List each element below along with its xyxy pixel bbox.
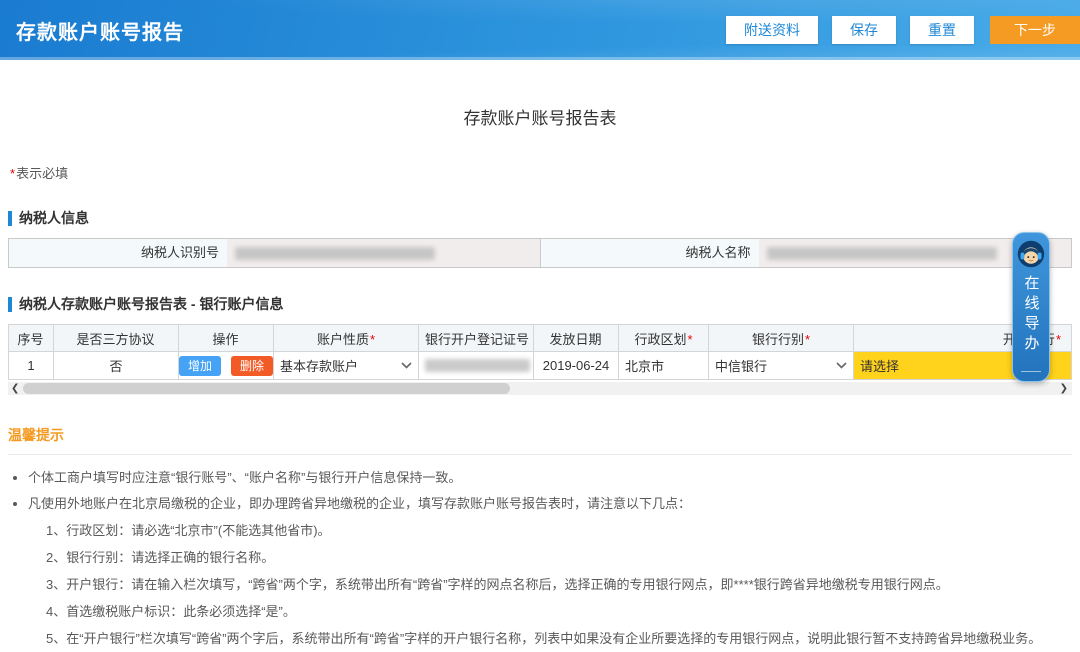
cell-bank-type[interactable]: 中信银行 — [708, 351, 854, 380]
taxpayer-info-row: 纳税人识别号 纳税人名称 — [8, 238, 1072, 268]
tip-item: 凡使用外地账户在北京局缴税的企业，即办理跨省异地缴税的企业，填写存款账户账号报告… — [28, 491, 1072, 517]
tip-sub-item: 4、首选缴税账户标识：此条必须选择“是”。 — [46, 604, 296, 619]
col-header-seq: 序号 — [8, 324, 54, 352]
taxpayer-name-label: 纳税人名称 — [540, 239, 759, 267]
required-mark: * — [687, 331, 693, 347]
scroll-left-icon[interactable]: ❮ — [11, 382, 19, 395]
add-row-button[interactable]: 增加 — [179, 355, 221, 376]
next-step-button[interactable]: 下一步 — [990, 16, 1080, 44]
horizontal-scrollbar[interactable]: ❮ ❯ — [8, 382, 1072, 395]
tips-divider — [8, 454, 1072, 455]
bank-account-section: 纳税人存款账户账号报告表 - 银行账户信息 序号 是否三方协议 操作 账户性质*… — [0, 294, 1080, 395]
taxpayer-section-title: 纳税人信息 — [8, 208, 1080, 228]
redacted-reg-cert — [425, 359, 530, 372]
cell-issue-date: 2019-06-24 — [533, 351, 619, 380]
account-nature-select-value[interactable]: 基本存款账户 — [280, 356, 358, 375]
page-header: 存款账户账号报告 附送资料 保存 重置 下一步 — [0, 0, 1080, 60]
required-field-note: *表示必填 — [10, 163, 1080, 182]
page-title: 存款账户账号报告 — [16, 21, 184, 44]
cell-seq: 1 — [8, 351, 54, 380]
cell-third-party: 否 — [53, 351, 179, 380]
redacted-taxpayer-name — [766, 246, 997, 260]
col-header-account-nature: 账户性质* — [273, 324, 419, 352]
taxpayer-id-label: 纳税人识别号 — [9, 239, 227, 267]
bank-type-select-value[interactable]: 中信银行 — [715, 356, 767, 375]
col-header-label: 银行行别 — [751, 331, 804, 347]
bank-account-table: 序号 是否三方协议 操作 账户性质* 银行开户登记证号 发放日期 行政区划* 银… — [8, 324, 1072, 380]
col-header-issue-date: 发放日期 — [533, 324, 619, 352]
section-accent-bar — [8, 296, 12, 312]
col-header-region: 行政区划* — [618, 324, 709, 352]
col-header-label: 行政区划 — [634, 331, 687, 347]
save-button[interactable]: 保存 — [832, 16, 896, 44]
col-header-label: 是否三方协议 — [76, 331, 155, 347]
required-mark: * — [804, 331, 811, 347]
col-header-label: 序号 — [17, 331, 44, 347]
chevron-down-icon — [836, 362, 847, 369]
scrollbar-thumb[interactable] — [23, 383, 510, 394]
tip-sub-item: 3、开户银行：请在输入栏次填写，“跨省”两个字，系统带出所有“跨省”字样的网点名… — [46, 577, 949, 592]
col-header-operation: 操作 — [178, 324, 274, 352]
col-header-label: 银行开户登记证号 — [425, 331, 530, 347]
attach-materials-button[interactable]: 附送资料 — [726, 16, 818, 44]
online-guide-divider — [1021, 371, 1041, 372]
cell-region[interactable]: 北京市 — [618, 351, 709, 380]
taxpayer-section-title-text: 纳税人信息 — [19, 210, 89, 226]
header-actions: 附送资料 保存 重置 下一步 — [726, 16, 1080, 44]
chevron-down-icon — [401, 362, 412, 369]
bank-section-title-text: 纳税人存款账户账号报告表 - 银行账户信息 — [19, 296, 284, 312]
bank-section-title: 纳税人存款账户账号报告表 - 银行账户信息 — [8, 294, 1080, 314]
online-guide-widget[interactable]: 在线导办 — [1012, 232, 1050, 382]
cell-account-nature[interactable]: 基本存款账户 — [273, 351, 419, 380]
taxpayer-name-cell: 纳税人名称 — [539, 239, 1071, 267]
main-content: 存款账户账号报告表 *表示必填 纳税人信息 纳税人识别号 纳税人名称 纳税人存款… — [0, 104, 1080, 652]
tip-sub-item: 2、银行行别：请选择正确的银行名称。 — [46, 550, 275, 565]
redacted-taxpayer-id — [235, 246, 435, 260]
col-header-label: 账户性质 — [316, 331, 369, 347]
taxpayer-id-cell: 纳税人识别号 — [9, 239, 540, 267]
required-asterisk: * — [10, 166, 16, 181]
col-header-label: 发放日期 — [549, 331, 602, 347]
cell-reg-cert — [418, 351, 534, 380]
cell-operation: 增加 删除 — [178, 351, 274, 380]
taxpayer-info-section: 纳税人信息 纳税人识别号 纳税人名称 — [0, 208, 1080, 268]
online-guide-avatar-icon — [1017, 240, 1045, 268]
form-title: 存款账户账号报告表 — [463, 109, 617, 128]
tip-item: 个体工商户填写时应注意“银行账号”、“账户名称”与银行开户信息保持一致。 — [28, 465, 1072, 491]
col-header-third-party: 是否三方协议 — [53, 324, 179, 352]
required-note-text: 表示必填 — [16, 166, 69, 181]
tips-title: 温馨提示 — [8, 427, 64, 443]
section-accent-bar — [8, 210, 12, 226]
col-header-reg-cert: 银行开户登记证号 — [418, 324, 534, 352]
scroll-right-icon[interactable]: ❯ — [1060, 382, 1068, 395]
tips-list: 个体工商户填写时应注意“银行账号”、“账户名称”与银行开户信息保持一致。 凡使用… — [8, 465, 1072, 517]
online-guide-label: 在线导办 — [1022, 275, 1040, 355]
required-mark: * — [369, 331, 376, 347]
required-mark: * — [1055, 331, 1061, 347]
table-header-row: 序号 是否三方协议 操作 账户性质* 银行开户登记证号 发放日期 行政区划* 银… — [8, 324, 1072, 352]
reset-button[interactable]: 重置 — [910, 16, 974, 44]
col-header-label: 操作 — [212, 331, 239, 347]
tip-sub-item: 1、行政区划：请必选“北京市”(不能选其他省市)。 — [46, 523, 331, 538]
taxpayer-id-value — [227, 239, 540, 267]
table-row: 1 否 增加 删除 基本存款账户 2019-06-24 北京市 中信银行 请选择 — [8, 351, 1072, 380]
delete-row-button[interactable]: 删除 — [231, 355, 273, 376]
tip-sub-item: 5、在“开户银行”栏次填写“跨省”两个字后，系统带出所有“跨省”字样的开户银行名… — [46, 631, 1042, 646]
tips-section: 温馨提示 个体工商户填写时应注意“银行账号”、“账户名称”与银行开户信息保持一致… — [0, 425, 1080, 652]
col-header-bank-type: 银行行别* — [708, 324, 854, 352]
